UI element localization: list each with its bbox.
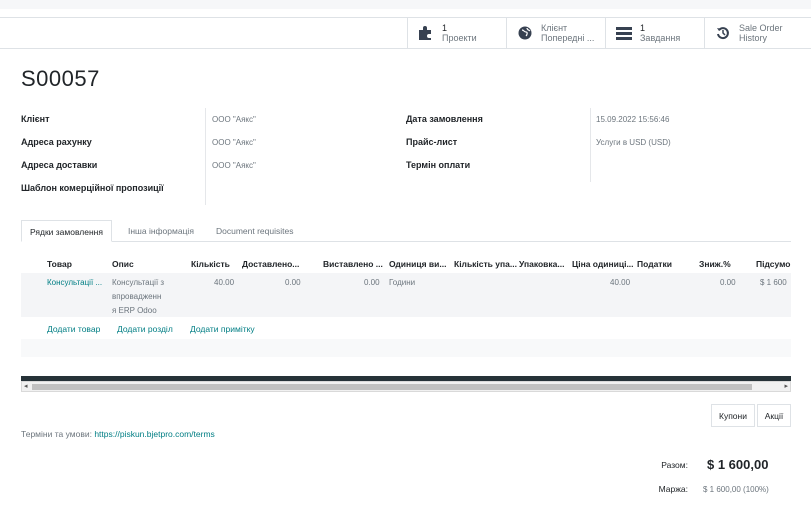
col-quantity[interactable]: Кількість <box>191 259 230 269</box>
sale-order-history-button[interactable]: Sale Order History <box>704 18 811 48</box>
terms-link[interactable]: https://piskun.bjetpro.com/terms <box>94 429 214 439</box>
terms-conditions: Терміни та умови: https://piskun.bjetpro… <box>21 429 215 439</box>
puzzle-icon <box>418 25 434 41</box>
col-product[interactable]: Товар <box>47 259 72 269</box>
customer-previous-line2: Попередні ... <box>541 33 595 43</box>
order-date-label: Дата замовлення <box>406 114 483 124</box>
add-product-link[interactable]: Додати товар <box>47 324 100 334</box>
coupons-button[interactable]: Купони <box>711 404 755 427</box>
projects-label: Проекти <box>442 33 477 43</box>
col-subtotal[interactable]: Підсумо <box>756 259 790 269</box>
tab-order-lines[interactable]: Рядки замовлення <box>21 220 112 242</box>
empty-row <box>21 339 791 357</box>
tasks-button[interactable]: 1 Завдання <box>605 18 704 48</box>
customer-previous-line1: Клієнт <box>541 23 568 33</box>
history-line2: History <box>739 33 768 43</box>
scroll-left-icon[interactable]: ◂ <box>24 382 28 391</box>
scroll-right-icon[interactable]: ▸ <box>784 382 788 391</box>
tasks-label: Завдання <box>640 33 681 43</box>
invoice-address-label: Адреса рахунку <box>21 137 92 147</box>
add-section-link[interactable]: Додати розділ <box>117 324 173 334</box>
delivery-address-value[interactable]: ООО "Аякс" <box>212 161 256 170</box>
history-icon <box>715 25 731 41</box>
row-discount: 0.00 <box>720 278 736 287</box>
customer-label: Клієнт <box>21 114 50 124</box>
pricelist-value[interactable]: Услуги в USD (USD) <box>596 138 671 147</box>
delivery-address-label: Адреса доставки <box>21 160 98 170</box>
order-date-value[interactable]: 15.09.2022 15:56:46 <box>596 115 669 124</box>
add-note-link[interactable]: Додати примітку <box>190 324 255 334</box>
customer-value[interactable]: ООО "Аякс" <box>212 115 256 124</box>
row-desc-line2: впровадженн <box>112 292 162 301</box>
projects-count: 1 <box>442 23 448 33</box>
total-value: $ 1 600,00 <box>707 457 769 472</box>
row-delivered: 0.00 <box>285 278 301 287</box>
tasks-icon <box>616 25 632 41</box>
row-invoiced: 0.00 <box>364 278 380 287</box>
col-uom[interactable]: Одиниця ви... <box>389 259 446 269</box>
payment-terms-label: Термін оплати <box>406 160 471 170</box>
pricelist-label: Прайс-лист <box>406 137 458 147</box>
col-taxes[interactable]: Податки <box>637 259 672 269</box>
record-title: S00057 <box>21 66 100 91</box>
tasks-count: 1 <box>640 23 646 33</box>
col-packaging[interactable]: Упаковка... <box>519 259 564 269</box>
quotation-template-label: Шаблон комерційної пропозиції <box>21 183 164 193</box>
row-desc-line3: я ERP Odoo <box>112 306 157 315</box>
scroll-thumb[interactable] <box>32 384 752 390</box>
notebook-tabs: Рядки замовлення Інша інформація Documen… <box>21 220 791 242</box>
customer-previous-button[interactable]: Клієнт Попередні ... <box>506 18 605 48</box>
row-unit-price: 40.00 <box>610 278 631 287</box>
smart-button-bar: 1 Проекти Клієнт Попередні ... 1 Завдання S… <box>0 17 811 49</box>
horizontal-scrollbar[interactable]: ◂ ▸ <box>21 381 791 392</box>
invoice-address-value[interactable]: ООО "Аякс" <box>212 138 256 147</box>
projects-button[interactable]: 1 Проекти <box>407 18 506 48</box>
col-invoiced[interactable]: Виставлено ... <box>323 259 383 269</box>
row-quantity: 40.00 <box>214 278 235 287</box>
globe-icon <box>517 25 533 41</box>
top-strip <box>0 0 811 9</box>
tab-document-requisites[interactable]: Document requisites <box>208 220 301 242</box>
promotions-button[interactable]: Акції <box>757 404 791 427</box>
row-uom: Години <box>389 278 416 287</box>
tab-other-info[interactable]: Інша інформація <box>120 220 202 242</box>
col-delivered[interactable]: Доставлено... <box>242 259 299 269</box>
row-product[interactable]: Консультації ... <box>47 278 102 287</box>
right-field-divider <box>590 108 591 182</box>
total-label: Разом: <box>661 460 688 470</box>
history-line1: Sale Order <box>739 23 783 33</box>
row-desc-line1: Консультації з <box>112 278 165 287</box>
margin-label: Маржа: <box>658 484 688 494</box>
terms-label: Терміни та умови: <box>21 429 92 439</box>
margin-value: $ 1 600,00 (100%) <box>703 485 769 494</box>
col-packaging-qty[interactable]: Кількість упа... <box>454 259 517 269</box>
col-discount[interactable]: Зниж.% <box>699 259 731 269</box>
col-description[interactable]: Опис <box>112 259 134 269</box>
col-unit-price[interactable]: Ціна одиниці... <box>572 259 634 269</box>
row-subtotal: $ 1 600 <box>760 278 787 287</box>
left-field-divider <box>205 108 206 205</box>
